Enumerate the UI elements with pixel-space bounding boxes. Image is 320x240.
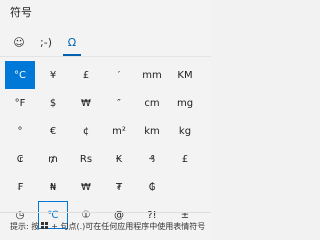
symbol-cell[interactable]: °F	[5, 89, 35, 117]
symbol-cell[interactable]: €	[38, 117, 68, 145]
symbol-cell[interactable]: ₩	[71, 89, 101, 117]
symbol-cell[interactable]: KM	[170, 61, 200, 89]
symbol-cell[interactable]: ′	[104, 61, 134, 89]
symbol-cell[interactable]: £	[170, 145, 200, 173]
hint-bar: 提示: 按 + 句点(.)可在任何应用程序中使用表情符号	[0, 212, 211, 239]
tab-kaomoji[interactable]: ;-)	[33, 32, 59, 52]
symbol-cell[interactable]: °	[5, 117, 35, 145]
symbol-cell[interactable]: ₣	[5, 173, 35, 201]
symbol-cell[interactable]: ₰	[137, 145, 167, 173]
symbol-cell[interactable]: ¥	[38, 61, 68, 89]
symbol-cell[interactable]: ₲	[137, 173, 167, 201]
panel-title: 符号	[10, 6, 32, 19]
symbol-cell[interactable]: mg	[170, 89, 200, 117]
category-tabs: ☺ ;-) Ω	[6, 32, 85, 56]
symbol-cell[interactable]: £	[71, 61, 101, 89]
symbol-cell[interactable]: $	[38, 89, 68, 117]
symbol-cell[interactable]: ₭	[104, 145, 134, 173]
symbol-cell[interactable]: ₩	[71, 173, 101, 201]
windows-key-icon	[41, 222, 49, 230]
symbol-cell[interactable]: ″	[104, 89, 134, 117]
symbol-cell[interactable]: ₢	[5, 145, 35, 173]
symbol-cell[interactable]: km	[137, 117, 167, 145]
symbol-cell[interactable]: °C	[5, 61, 35, 89]
symbol-grid: °C ¥ £ ′ mm KM °F $ ₩ ″ cm mg ° € ¢ m² k…	[5, 61, 200, 229]
symbol-cell[interactable]: Rs	[71, 145, 101, 173]
tab-symbols[interactable]: Ω	[59, 32, 85, 56]
symbol-cell[interactable]	[170, 173, 200, 201]
hint-suffix: + 句点(.)可在任何应用程序中使用表情符号	[51, 221, 206, 231]
symbol-cell[interactable]: ₮	[104, 173, 134, 201]
symbol-cell[interactable]: kg	[170, 117, 200, 145]
symbol-cell[interactable]: mm	[137, 61, 167, 89]
symbol-picker-panel: 符号 ☺ ;-) Ω °C ¥ £ ′ mm KM °F $ ₩ ″ cm mg…	[0, 0, 211, 239]
tab-emoji[interactable]: ☺	[6, 32, 32, 52]
tab-divider	[0, 56, 211, 57]
symbol-cell[interactable]: m²	[104, 117, 134, 145]
symbol-cell[interactable]: ¢	[71, 117, 101, 145]
symbol-cell[interactable]: ₦	[38, 173, 68, 201]
symbol-cell[interactable]: ₥	[38, 145, 68, 173]
symbol-cell[interactable]: cm	[137, 89, 167, 117]
hint-prefix: 提示: 按	[10, 221, 40, 231]
